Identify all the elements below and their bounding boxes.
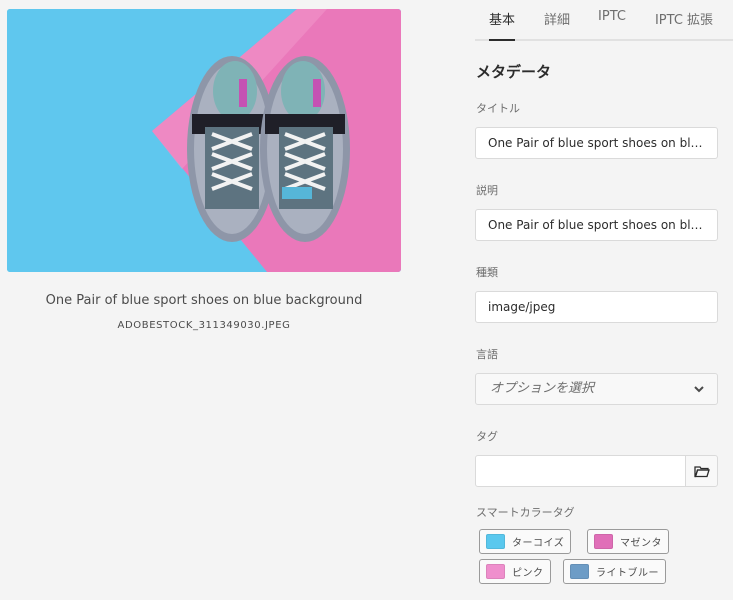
color-tag-light-blue: ライトブルー [563, 559, 666, 584]
tab-iptc-extension[interactable]: IPTC 拡張 [655, 0, 713, 39]
smart-color-tags-label: スマートカラータグ [476, 506, 575, 519]
metadata-tabs: 基本 詳細 IPTC IPTC 拡張 [475, 0, 733, 41]
tab-advanced[interactable]: 詳細 [544, 0, 570, 39]
language-placeholder: オプションを選択 [490, 381, 595, 396]
color-tag-label: ライトブルー [596, 568, 659, 579]
browse-tags-button[interactable] [685, 455, 718, 487]
color-tag-label: ターコイズ [512, 538, 565, 549]
color-tag-turquoise: ターコイズ [479, 529, 572, 554]
language-select[interactable]: オプションを選択 [475, 373, 718, 405]
color-swatch [594, 534, 613, 549]
language-label: 言語 [476, 348, 498, 361]
type-label: 種類 [476, 266, 498, 279]
color-tag-label: マゼンタ [620, 538, 662, 549]
chevron-down-icon [694, 386, 704, 393]
type-input[interactable]: image/jpeg [475, 291, 718, 323]
color-swatch [570, 564, 589, 579]
tags-label: タグ [476, 430, 498, 443]
description-input[interactable]: One Pair of blue sport shoes on blue bac… [475, 209, 718, 241]
color-tag-label: ピンク [512, 568, 544, 579]
folder-icon [693, 465, 710, 477]
metadata-heading: メタデータ [476, 63, 552, 81]
sneakers-photo [7, 9, 401, 272]
tags-input[interactable] [475, 455, 686, 487]
asset-preview-image [7, 9, 401, 272]
asset-title: One Pair of blue sport shoes on blue bac… [45, 293, 363, 308]
tab-iptc[interactable]: IPTC [598, 0, 626, 39]
color-swatch [486, 564, 505, 579]
title-input[interactable]: One Pair of blue sport shoes on blue bac… [475, 127, 718, 159]
color-tag-pink: ピンク [479, 559, 551, 584]
color-tag-magenta: マゼンタ [587, 529, 669, 554]
description-label: 説明 [476, 184, 498, 197]
asset-details-page: One Pair of blue sport shoes on blue bac… [0, 0, 733, 600]
tab-basic[interactable]: 基本 [489, 0, 516, 41]
title-label: タイトル [476, 102, 520, 115]
color-swatch [486, 534, 505, 549]
asset-filename: ADOBESTOCK_311349030.JPEG [117, 320, 291, 331]
